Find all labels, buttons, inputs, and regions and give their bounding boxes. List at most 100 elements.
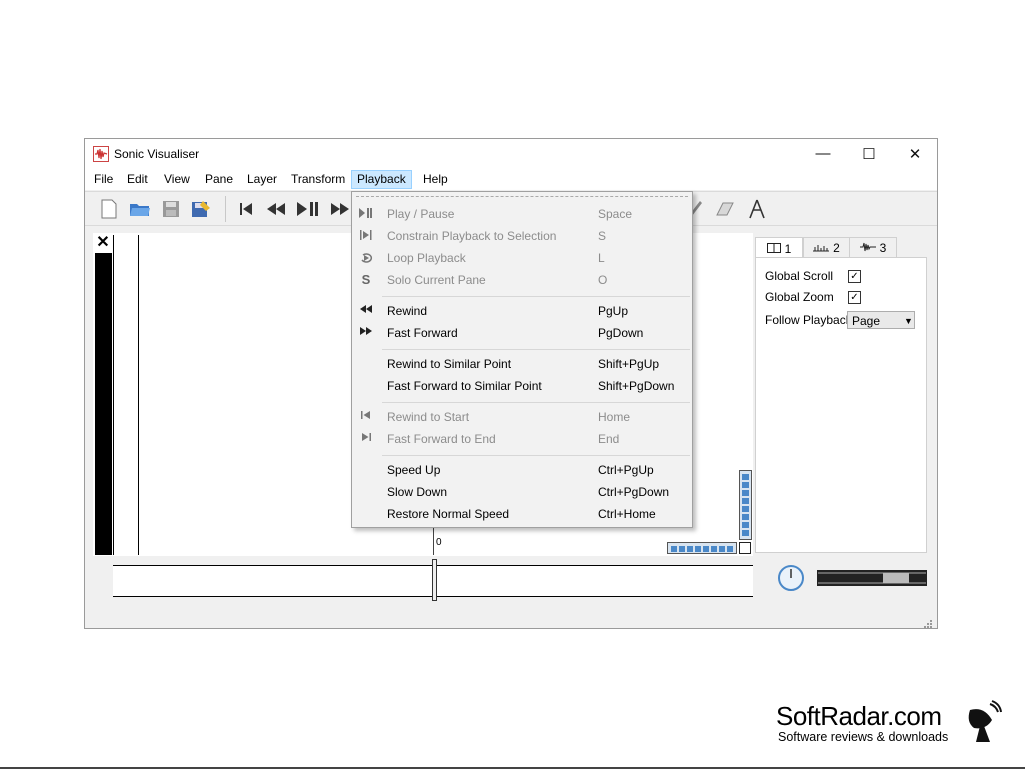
loop-icon: [358, 251, 374, 265]
resize-grip-icon[interactable]: [921, 618, 933, 628]
fast-forward-icon: [358, 326, 374, 340]
menu-item-slow-down[interactable]: Slow Down Ctrl+PgDown: [352, 481, 692, 503]
time-marker-label: 0: [436, 537, 442, 548]
ruler-icon: [813, 241, 830, 255]
window-title: Sonic Visualiser: [114, 147, 200, 161]
tab-pane-2[interactable]: 2: [803, 237, 850, 259]
menu-file[interactable]: File: [89, 171, 118, 188]
menu-separator: [382, 296, 690, 297]
rewind-start-icon: [358, 410, 374, 424]
menu-item-label: Rewind to Start: [387, 410, 470, 424]
softradar-watermark: SoftRadar.com Software reviews & downloa…: [776, 702, 948, 744]
menu-item-label: Restore Normal Speed: [387, 507, 510, 521]
playback-menu: Play / Pause Space Constrain Playback to…: [351, 191, 693, 528]
fast-forward-icon[interactable]: [328, 197, 352, 221]
menu-item-restore-speed[interactable]: Restore Normal Speed Ctrl+Home: [352, 503, 692, 525]
save-icon[interactable]: [159, 197, 183, 221]
menu-item-shortcut: Shift+PgDown: [598, 379, 675, 393]
menu-item-shortcut: Space: [598, 207, 633, 221]
menu-item-shortcut: S: [598, 229, 607, 243]
menu-help[interactable]: Help: [418, 171, 453, 188]
menu-item-play-pause[interactable]: Play / Pause Space: [352, 203, 692, 225]
menu-item-label: Play / Pause: [387, 207, 455, 221]
menu-item-label: Slow Down: [387, 485, 448, 499]
overview-cursor[interactable]: [432, 559, 437, 601]
follow-playback-select[interactable]: Page ▼: [847, 311, 915, 329]
menu-item-shortcut: PgDown: [598, 326, 644, 340]
menu-item-shortcut: L: [598, 251, 605, 265]
rewind-icon[interactable]: [264, 197, 288, 221]
menu-item-ffwd-similar[interactable]: Fast Forward to Similar Point Shift+PgDo…: [352, 375, 692, 397]
menu-item-rewind-start[interactable]: Rewind to Start Home: [352, 406, 692, 428]
menu-item-loop[interactable]: Loop Playback L: [352, 247, 692, 269]
pane-left-border: [113, 235, 114, 555]
pane-ruler-line: [138, 235, 139, 555]
menu-separator: [382, 402, 690, 403]
chevron-down-icon: ▼: [904, 316, 913, 326]
menu-item-label: Rewind: [387, 304, 428, 318]
ffwd-end-icon: [358, 432, 374, 446]
global-scroll-label: Global Scroll: [765, 269, 834, 283]
toolbar-separator: [225, 196, 226, 222]
menu-item-label: Fast Forward: [387, 326, 458, 340]
tab-label: 1: [784, 241, 792, 256]
play-pause-icon: [358, 207, 374, 221]
minimize-button[interactable]: —: [800, 139, 846, 168]
menu-item-ffwd-end[interactable]: Fast Forward to End End: [352, 428, 692, 450]
properties-box: Global Scroll ✓ Global Zoom ✓ Follow Pla…: [755, 257, 927, 553]
close-button[interactable]: ✕: [892, 139, 938, 168]
follow-playback-value: Page: [852, 314, 881, 328]
pane-scale-bar: [95, 253, 112, 555]
play-pause-icon[interactable]: [296, 197, 320, 221]
menu-item-solo[interactable]: S Solo Current Pane O: [352, 269, 692, 291]
tab-pane-3[interactable]: 3: [849, 237, 897, 259]
menu-item-shortcut: Shift+PgUp: [598, 357, 660, 371]
menu-playback[interactable]: Playback: [351, 170, 412, 189]
measure-tool-icon[interactable]: [745, 197, 769, 221]
vertical-zoom-slider[interactable]: [739, 470, 752, 540]
title-bar[interactable]: Sonic Visualiser — ☐ ✕: [85, 139, 937, 168]
menu-item-rewind-similar[interactable]: Rewind to Similar Point Shift+PgUp: [352, 353, 692, 375]
zoom-reset-button[interactable]: [739, 542, 751, 554]
constrain-icon: [358, 229, 374, 243]
close-pane-icon[interactable]: ✕: [95, 235, 111, 251]
watermark-tagline: Software reviews & downloads: [778, 730, 949, 744]
watermark-brand: SoftRadar.com: [776, 701, 942, 731]
tab-pane-1[interactable]: 1: [755, 237, 803, 259]
global-zoom-label: Global Zoom: [765, 290, 834, 304]
menu-item-shortcut: PgUp: [598, 304, 629, 318]
global-scroll-checkbox[interactable]: ✓: [848, 270, 861, 283]
menu-item-label: Fast Forward to Similar Point: [387, 379, 542, 393]
menu-item-shortcut: Ctrl+Home: [598, 507, 656, 521]
menu-item-label: Fast Forward to End: [387, 432, 496, 446]
menu-item-shortcut: Ctrl+PgDown: [598, 485, 670, 499]
menu-item-label: Loop Playback: [387, 251, 466, 265]
playback-speed-dial[interactable]: [777, 564, 805, 592]
menu-item-fast-forward[interactable]: Fast Forward PgDown: [352, 322, 692, 344]
menu-item-constrain[interactable]: Constrain Playback to Selection S: [352, 225, 692, 247]
menu-item-rewind[interactable]: Rewind PgUp: [352, 300, 692, 322]
menu-item-speed-up[interactable]: Speed Up Ctrl+PgUp: [352, 459, 692, 481]
app-logo-icon: [93, 146, 109, 162]
menu-item-label: Speed Up: [387, 463, 441, 477]
rewind-start-icon[interactable]: [234, 197, 258, 221]
eraser-tool-icon[interactable]: [713, 197, 737, 221]
new-file-icon[interactable]: [97, 197, 121, 221]
save-as-icon[interactable]: [189, 197, 213, 221]
playback-gain-slider[interactable]: [817, 570, 927, 586]
menu-pane[interactable]: Pane: [200, 171, 238, 188]
open-folder-icon[interactable]: [128, 197, 152, 221]
menu-transform[interactable]: Transform: [286, 171, 350, 188]
menu-view[interactable]: View: [159, 171, 195, 188]
menu-layer[interactable]: Layer: [242, 171, 282, 188]
menu-item-label: Solo Current Pane: [387, 273, 486, 287]
maximize-button[interactable]: ☐: [846, 139, 892, 168]
menu-bar: File Edit View Pane Layer Transform Play…: [85, 168, 937, 190]
pane-icon: [766, 242, 781, 256]
horizontal-zoom-slider[interactable]: [667, 542, 737, 554]
menu-item-shortcut: O: [598, 273, 608, 287]
global-zoom-checkbox[interactable]: ✓: [848, 291, 861, 304]
tear-off-line[interactable]: [356, 196, 688, 197]
property-panel: 1 2 3 Global Scroll ✓ Global Zoom ✓ Foll…: [755, 233, 927, 555]
menu-edit[interactable]: Edit: [122, 171, 153, 188]
